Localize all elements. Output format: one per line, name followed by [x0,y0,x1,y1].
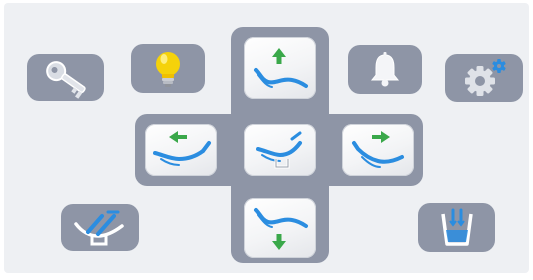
chair-memory-icon [68,206,132,250]
key-button[interactable] [27,54,104,101]
bell-icon [365,50,405,90]
light-bulb-icon [148,47,188,91]
bell-button[interactable] [348,45,422,94]
settings-button[interactable] [445,54,523,102]
chair-position-button[interactable] [244,124,316,176]
backrest-back-button[interactable] [342,124,414,176]
chair-down-icon [248,200,312,256]
backrest-forward-button[interactable] [145,124,217,176]
chair-tilt-left-icon [149,125,213,175]
cup-fill-icon [433,206,481,250]
cup-fill-button[interactable] [418,203,495,252]
key-icon [38,57,94,99]
chair-memory-button[interactable] [61,204,139,251]
chair-down-button[interactable] [244,198,316,258]
dental-chair-control-panel [4,3,529,273]
chair-up-icon [248,40,312,96]
chair-tilt-right-icon [346,125,410,175]
chair-up-button[interactable] [244,37,316,99]
gear-icon [458,57,510,99]
light-button[interactable] [131,44,205,93]
chair-position-icon [248,125,312,175]
